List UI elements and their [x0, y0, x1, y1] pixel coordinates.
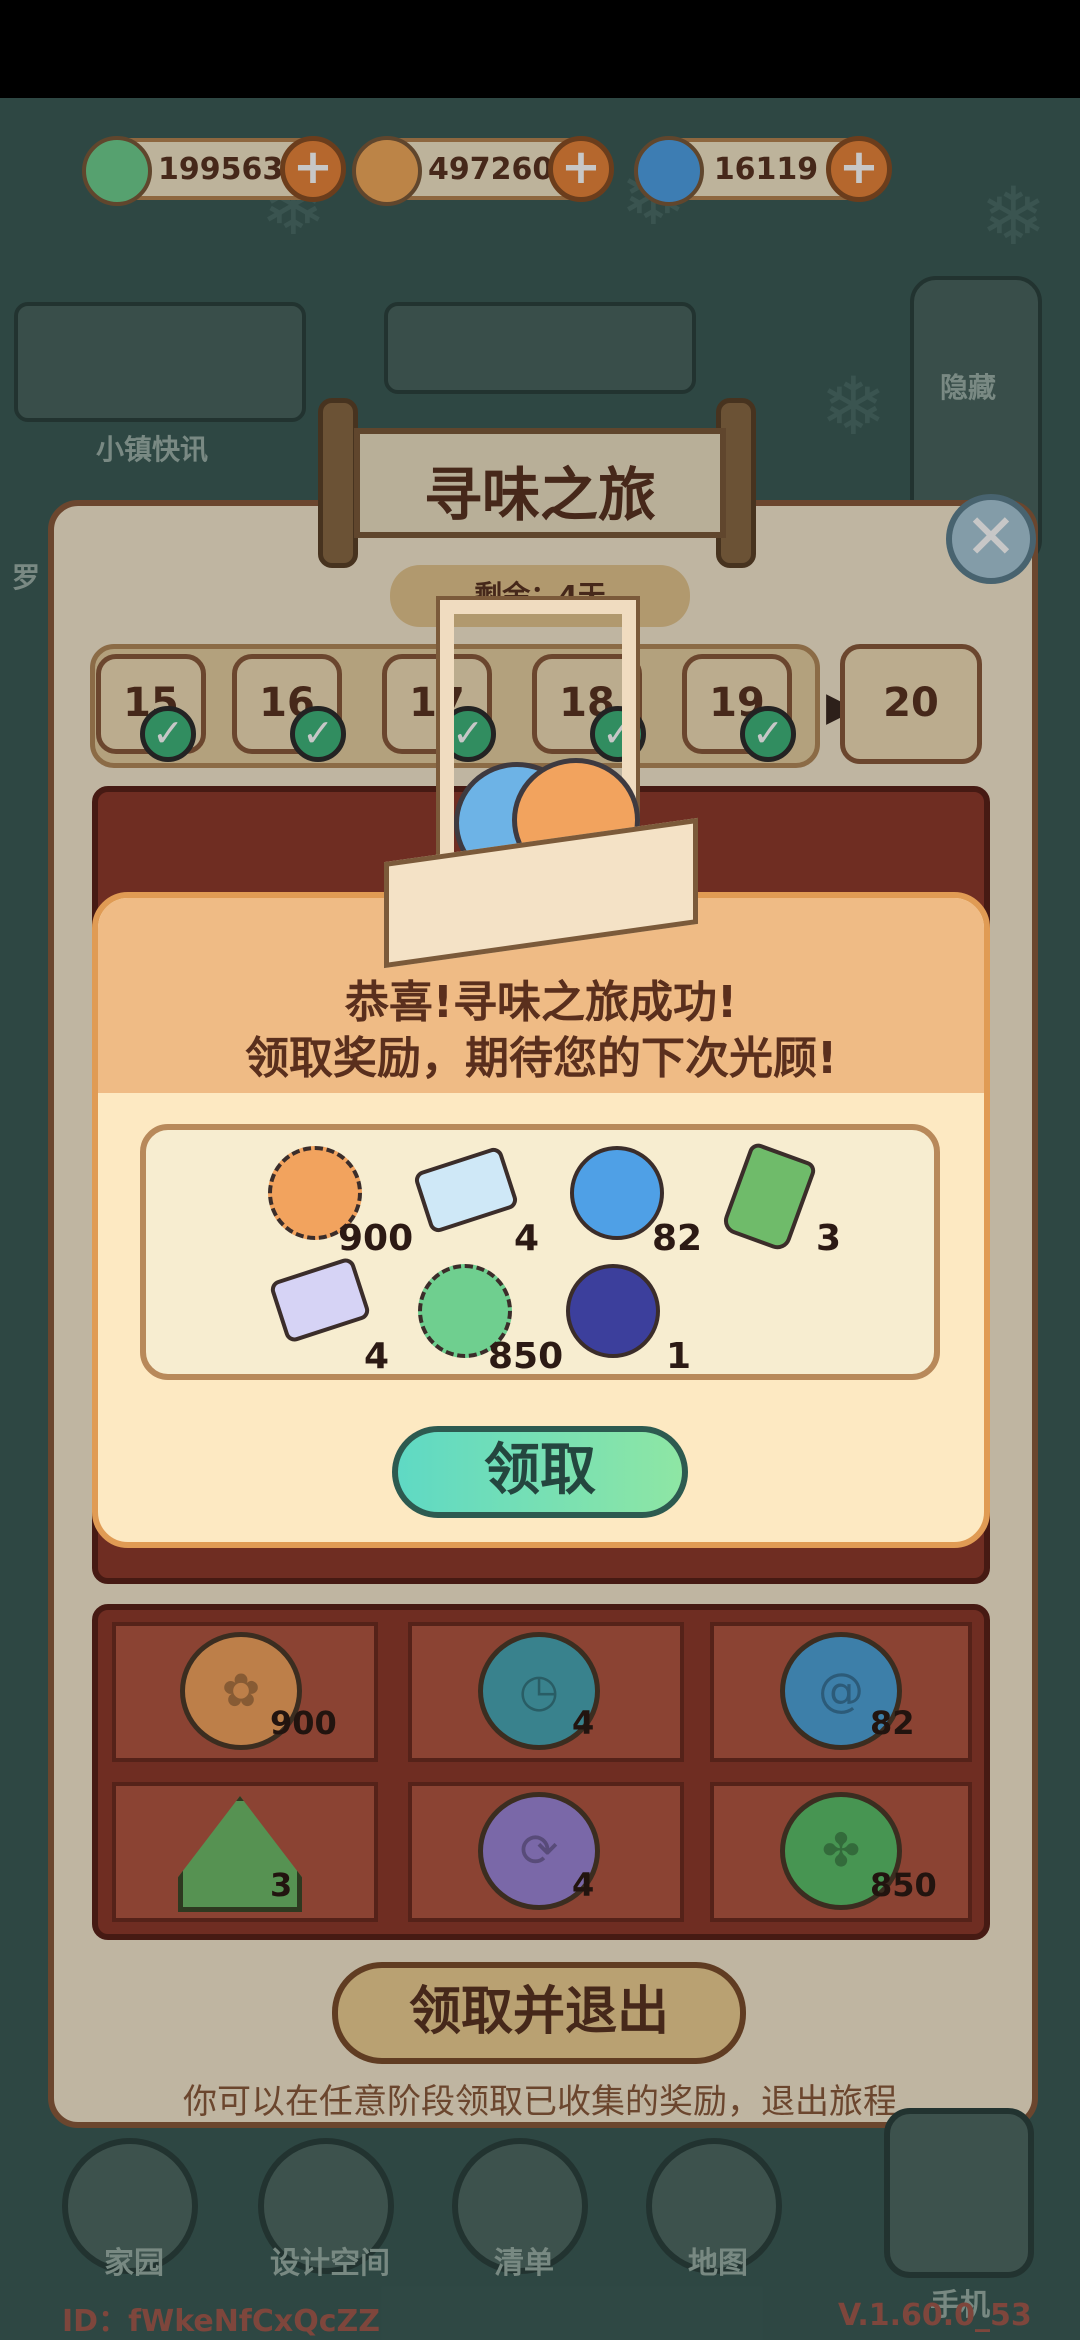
reward-count: 4	[364, 1336, 390, 1377]
vinyl-record-icon	[566, 1264, 660, 1358]
swirl-coin-icon	[570, 1146, 664, 1240]
reward-count: 3	[816, 1218, 842, 1259]
claim-button[interactable]: 领取	[392, 1426, 688, 1518]
reward-message: 领取奖励，期待您的下次光顾!	[244, 1033, 838, 1084]
status-bar	[0, 0, 1080, 98]
reward-count: 850	[488, 1336, 564, 1377]
reward-count: 82	[652, 1218, 703, 1259]
success-message: 恭喜!寻味之旅成功!	[344, 977, 738, 1028]
reward-count: 4	[514, 1218, 540, 1259]
reward-count: 1	[666, 1336, 692, 1377]
reward-count: 900	[338, 1218, 414, 1259]
